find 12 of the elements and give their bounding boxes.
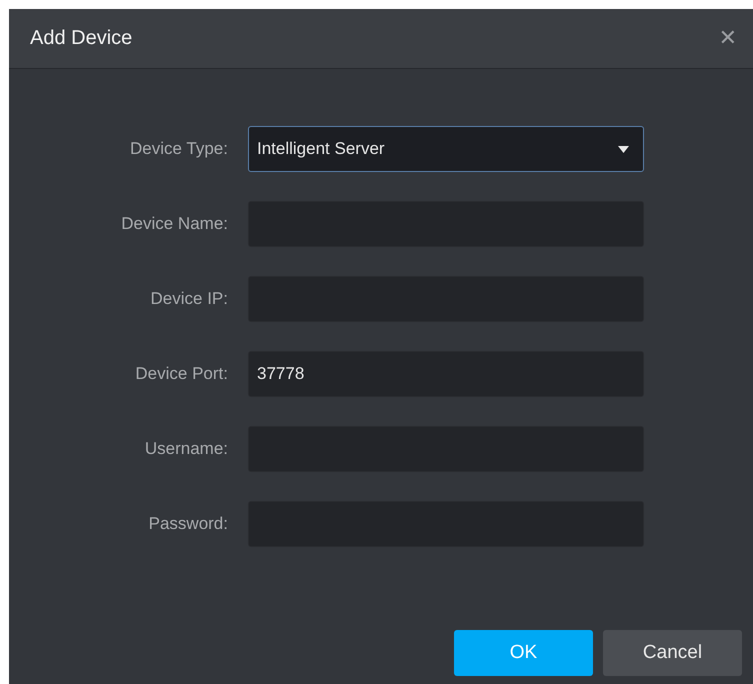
close-button[interactable]: ✕ bbox=[714, 26, 741, 51]
field-label: Device Name: bbox=[120, 214, 229, 234]
cancel-button[interactable]: Cancel bbox=[603, 630, 742, 676]
dropdown-arrow-icon bbox=[618, 146, 629, 152]
field-label: Device IP: bbox=[150, 289, 229, 309]
field-label: Username: bbox=[144, 439, 229, 459]
field-label: Password: bbox=[148, 514, 229, 534]
field-label: Device Type: bbox=[129, 139, 229, 159]
device-type-dropdown[interactable]: Intelligent Server bbox=[248, 126, 644, 172]
window-title: Add Device bbox=[30, 27, 132, 50]
field-label: Device Port: bbox=[134, 364, 229, 384]
input-field[interactable]: 37778 bbox=[248, 351, 644, 397]
